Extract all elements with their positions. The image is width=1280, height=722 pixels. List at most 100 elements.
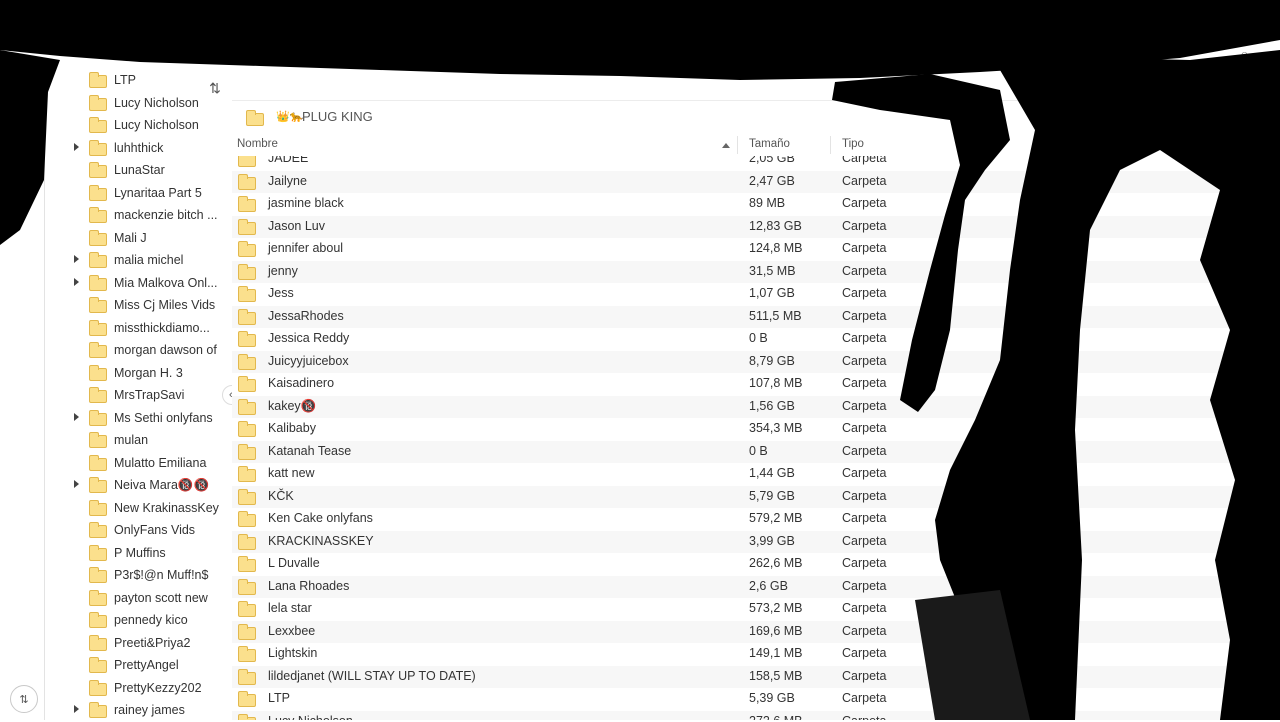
column-type-header[interactable]: Tipo (842, 138, 864, 150)
tree-item-label: PrettyAngel (114, 658, 179, 672)
file-size: 5,39 GB (749, 691, 795, 705)
tree-item-label: Morgan H. 3 (114, 365, 183, 380)
file-row[interactable]: Jessica Reddy 0 B Carpeta (232, 328, 1280, 350)
file-row[interactable]: L Duvalle 262,6 MB Carpeta (232, 553, 1280, 575)
file-row[interactable]: KČK 5,79 GB Carpeta (232, 485, 1280, 508)
file-row[interactable]: Katanah Tease 0 B Carpeta (232, 440, 1280, 463)
tree-item-label: LTP (114, 73, 136, 87)
current-folder-name[interactable]: PLUG KING (302, 109, 373, 124)
column-name-header[interactable]: Nombre (237, 138, 278, 150)
column-size-header[interactable]: Tamaño (749, 138, 790, 150)
tree-item[interactable]: Ms Sethi onlyfans (44, 408, 224, 430)
folder-icon (238, 556, 256, 572)
tree-item[interactable]: Preeti&Priya2 (44, 633, 224, 655)
folder-icon (89, 589, 107, 606)
file-row[interactable]: LTP 5,39 GB Carpeta (232, 688, 1280, 710)
folder-icon (238, 466, 256, 482)
tree-item[interactable]: OnlyFans Vids (44, 520, 224, 542)
tree-item[interactable]: New KrakinassKey (44, 498, 224, 520)
file-size: 579,2 MB (749, 511, 803, 525)
file-row[interactable]: Juicyyjuicebox 8,79 GB Carpeta (232, 350, 1280, 373)
file-row[interactable]: Jess 1,07 GB Carpeta (232, 283, 1280, 305)
tree-item-label: Neiva Mara🔞🔞 (114, 478, 210, 492)
transfer-icon[interactable]: ⇅ (10, 685, 38, 713)
expand-arrow-icon[interactable] (74, 412, 79, 421)
tree-item[interactable]: LunaStar (44, 160, 224, 182)
tree-item-label: rainey james (114, 703, 185, 717)
file-type: Carpeta (842, 511, 887, 525)
file-row[interactable]: kakey🔞 1,56 GB Carpeta (232, 395, 1280, 418)
folder-icon (89, 544, 107, 561)
tree-item[interactable]: MrsTrapSavi (44, 385, 224, 407)
file-row[interactable]: katt new 1,44 GB Carpeta (232, 463, 1280, 485)
file-row[interactable]: jenny 31,5 MB Carpeta (232, 260, 1280, 283)
file-row[interactable]: lela star 573,2 MB Carpeta (232, 598, 1280, 620)
expand-arrow-icon[interactable] (74, 705, 79, 713)
column-divider[interactable] (737, 136, 738, 154)
tree-item[interactable]: malia michel (44, 250, 224, 272)
tree-item[interactable]: Lucy Nicholson (44, 115, 224, 137)
tree-item[interactable]: Mia Malkova Onl... (44, 273, 224, 295)
folder-icon (89, 522, 107, 538)
folder-icon (89, 634, 107, 651)
tree-item[interactable]: morgan dawson of (44, 340, 224, 362)
tree-item[interactable]: Neiva Mara🔞🔞 (44, 475, 224, 497)
tree-item[interactable]: Lynaritaa Part 5 (44, 183, 224, 205)
folder-icon (238, 331, 256, 347)
sort-ascending-icon (722, 143, 730, 148)
expand-arrow-icon[interactable] (74, 480, 79, 488)
file-row[interactable]: Ken Cake onlyfans 579,2 MB Carpeta (232, 508, 1280, 530)
file-name: JADEE (268, 156, 309, 165)
file-row[interactable]: jasmine black 89 MB Carpeta (232, 193, 1280, 215)
file-row[interactable]: Lana Rhoades 2,6 GB Carpeta (232, 575, 1280, 598)
expand-arrow-icon[interactable] (74, 255, 79, 263)
file-row[interactable]: jennifer aboul 124,8 MB Carpeta (232, 238, 1280, 260)
tree-item[interactable]: pennedy kico (44, 610, 224, 632)
tree-item[interactable]: Miss Cj Miles Vids (44, 295, 224, 317)
tree-item-label: Lucy Nicholson (114, 95, 199, 110)
folder-icon (238, 308, 256, 325)
toolbar (232, 70, 1280, 100)
folder-icon (238, 578, 256, 595)
tree-item-label: pennedy kico (114, 613, 188, 627)
tree-item[interactable]: Mulatto Emiliana (44, 453, 224, 475)
file-type: Carpeta (842, 196, 887, 210)
file-size: 1,44 GB (749, 466, 795, 480)
tree-item[interactable]: LTP (44, 70, 224, 92)
file-name: jennifer aboul (268, 241, 344, 255)
tree-item[interactable]: P Muffins (44, 543, 224, 565)
file-name: Kalibaby (268, 421, 316, 435)
expand-arrow-icon[interactable] (74, 142, 79, 151)
tree-item[interactable]: Lucy Nicholson (44, 93, 224, 115)
tree-item[interactable]: PrettyAngel (44, 655, 224, 677)
file-list[interactable]: JADEE 2,05 GB Carpeta Jailyne 2,47 GB Carpeta… (232, 156, 1280, 720)
file-row[interactable]: Kalibaby 354,3 MB Carpeta (232, 418, 1280, 440)
column-divider[interactable] (830, 136, 831, 154)
file-row[interactable]: lildedjanet (WILL STAY UP TO DATE) 158,5 … (232, 665, 1280, 688)
file-size: 2,05 GB (749, 156, 795, 165)
file-name: lildedjanet (WILL STAY UP TO DATE) (268, 668, 476, 683)
file-row[interactable]: Lucy Nicholson 272,6 MB Carpeta (232, 710, 1280, 720)
file-row[interactable]: Lightskin 149,1 MB Carpeta (232, 643, 1280, 665)
file-row[interactable]: Kaisadinero 107,8 MB Carpeta (232, 373, 1280, 395)
tree-item-label: Miss Cj Miles Vids (114, 298, 216, 312)
file-row[interactable]: Jason Luv 12,83 GB Carpeta (232, 215, 1280, 238)
tree-item[interactable]: mulan (44, 430, 224, 452)
file-manager-app: ⇅ LTP Lucy Nicholson Lucy Nicholson luhhthi… (0, 0, 1280, 720)
tree-item[interactable]: missthickdiamo... (44, 318, 224, 340)
file-row[interactable]: Jailyne 2,47 GB Carpeta (232, 170, 1280, 193)
tree-item[interactable]: PrettyKezzy202 (44, 678, 224, 700)
tree-item[interactable]: payton scott new (44, 588, 224, 610)
file-row[interactable]: KRACKINASSKEY 3,99 GB Carpeta (232, 530, 1280, 553)
file-row[interactable]: Lexxbee 169,6 MB Carpeta (232, 620, 1280, 643)
tree-item[interactable]: Morgan H. 3 (44, 363, 224, 385)
tree-item[interactable]: luhhthick (44, 138, 224, 160)
search-icon[interactable]: ⌕ (1240, 46, 1249, 64)
tree-item[interactable]: mackenzie bitch ... (44, 205, 224, 227)
tree-item[interactable]: rainey james (44, 700, 224, 722)
file-row[interactable]: JessaRhodes 511,5 MB Carpeta (232, 305, 1280, 328)
expand-arrow-icon[interactable] (74, 277, 79, 286)
tree-item[interactable]: Mali J (44, 228, 224, 250)
file-row[interactable]: JADEE 2,05 GB Carpeta (232, 156, 1280, 170)
tree-item[interactable]: P3r$!@n Muff!n$ (44, 565, 224, 587)
